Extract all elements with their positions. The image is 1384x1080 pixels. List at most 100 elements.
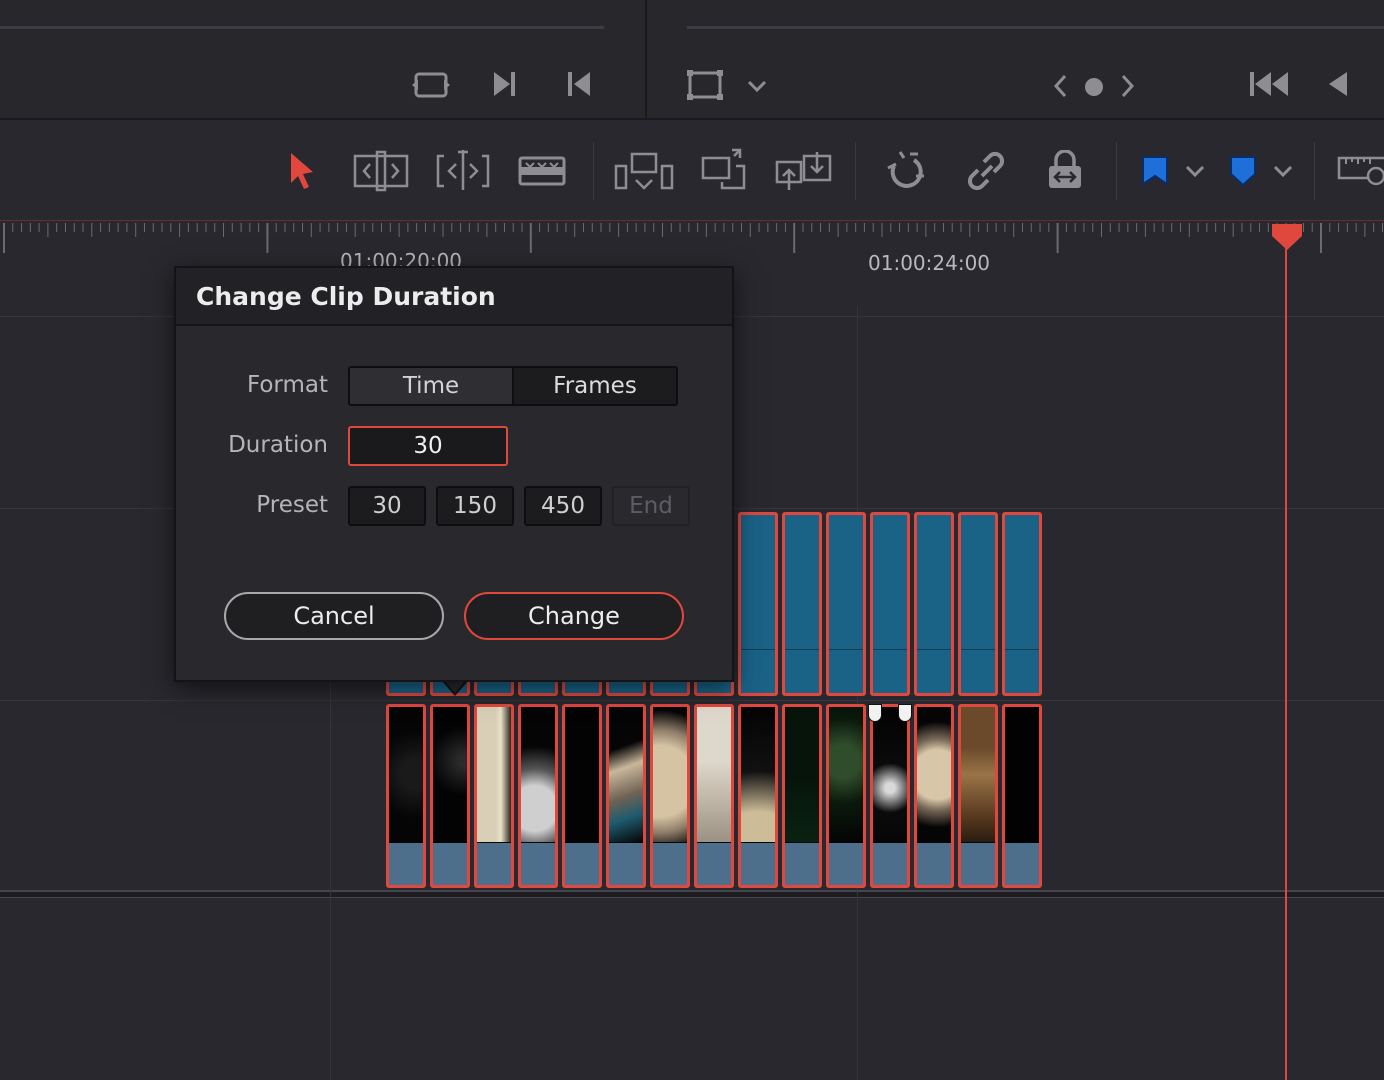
clip-audio-strip: [917, 843, 951, 885]
timeline-clip[interactable]: [694, 704, 734, 888]
preset-end-button[interactable]: End: [612, 486, 690, 526]
format-frames-option[interactable]: Frames: [512, 366, 678, 406]
format-label: Format: [246, 372, 328, 398]
flag-icon[interactable]: [1140, 154, 1170, 188]
video-clip[interactable]: [1002, 512, 1042, 696]
clip-thumbnail: [1005, 707, 1039, 842]
preset-450-button[interactable]: 450: [524, 486, 602, 526]
timeline-clip[interactable]: [914, 704, 954, 888]
trim-edit-icon[interactable]: [352, 150, 410, 192]
clip-thumbnail: [741, 707, 775, 842]
duration-input[interactable]: [348, 426, 508, 466]
toolbar-separator: [855, 142, 856, 200]
marker-icon[interactable]: [1228, 154, 1258, 188]
change-clip-duration-dialog: Change Clip Duration Format Time Frames …: [174, 266, 734, 682]
timeline-clip[interactable]: [606, 704, 646, 888]
clip-thumbnail: [961, 707, 995, 842]
snapping-icon[interactable]: [886, 150, 930, 192]
source-scrub-bar[interactable]: [0, 26, 604, 29]
clip-audio-strip: [1005, 843, 1039, 885]
cancel-button[interactable]: Cancel: [224, 592, 444, 640]
chevron-right-icon[interactable]: [1115, 72, 1139, 100]
video-clip[interactable]: [914, 512, 954, 696]
video-clip[interactable]: [870, 512, 910, 696]
previous-edit-icon[interactable]: [564, 68, 594, 100]
chevron-down-icon[interactable]: [745, 76, 769, 96]
zoom-ruler-icon[interactable]: [1336, 152, 1384, 188]
ruler-ticks: [3, 223, 1383, 253]
clip-thumbnail: [785, 707, 819, 842]
viewer-frame-icon[interactable]: [685, 68, 725, 102]
next-edit-icon[interactable]: [490, 68, 520, 100]
change-button[interactable]: Change: [464, 592, 684, 640]
clip-thumbnail: [873, 707, 907, 842]
linked-selection-icon[interactable]: [966, 150, 1006, 192]
play-reverse-icon[interactable]: [1323, 68, 1351, 100]
clip-audio-strip: [785, 843, 819, 885]
video-audio-divider[interactable]: [0, 890, 1384, 898]
clip-audio-strip: [873, 843, 907, 885]
trim-handle[interactable]: [898, 704, 912, 722]
chevron-down-icon[interactable]: [1182, 160, 1208, 182]
timeline-clip[interactable]: [518, 704, 558, 888]
video-clip[interactable]: [782, 512, 822, 696]
video-clip[interactable]: [958, 512, 998, 696]
format-time-option[interactable]: Time: [348, 366, 514, 406]
clip-audio-strip: [521, 843, 555, 885]
playhead-line[interactable]: [1285, 230, 1287, 1080]
timeline-clip[interactable]: [826, 704, 866, 888]
selection-arrow-icon[interactable]: [286, 150, 318, 192]
clip-thumbnail: [521, 707, 555, 842]
video-clip[interactable]: [826, 512, 866, 696]
clip-audio-strip: [653, 843, 687, 885]
blade-icon[interactable]: [516, 154, 568, 188]
timeline-clip[interactable]: [782, 704, 822, 888]
skip-to-start-icon[interactable]: [1247, 68, 1291, 100]
insert-clip-icon[interactable]: [614, 150, 674, 194]
timeline-clip[interactable]: [474, 704, 514, 888]
video-clip-lower: [741, 649, 775, 693]
clip-audio-strip: [697, 843, 731, 885]
timeline-clip[interactable]: [958, 704, 998, 888]
preset-30-button[interactable]: 30: [348, 486, 426, 526]
clip-audio-strip: [829, 843, 863, 885]
video-clip[interactable]: [738, 512, 778, 696]
timeline-clip[interactable]: [386, 704, 426, 888]
video-clip-lower: [1005, 649, 1039, 693]
trim-handle[interactable]: [868, 704, 882, 722]
clip-thumbnail: [917, 707, 951, 842]
video-clip-lower: [829, 649, 863, 693]
clip-audio-strip: [477, 843, 511, 885]
playhead-handle-icon[interactable]: [1270, 222, 1304, 252]
clip-audio-strip: [961, 843, 995, 885]
clip-thumbnail: [565, 707, 599, 842]
video-clip-lower: [785, 649, 819, 693]
replace-clip-icon[interactable]: [774, 148, 834, 194]
timeline-clip[interactable]: [430, 704, 470, 888]
clip-thumbnail: [829, 707, 863, 842]
timeline-clip[interactable]: [870, 704, 910, 888]
video-clip-lower: [961, 649, 995, 693]
timeline-clip[interactable]: [738, 704, 778, 888]
chevron-down-icon[interactable]: [1270, 160, 1296, 182]
source-viewer-controls: [0, 0, 645, 120]
dialog-header: Change Clip Duration: [176, 268, 732, 326]
timeline-clip[interactable]: [650, 704, 690, 888]
dynamic-trim-icon[interactable]: [434, 148, 492, 192]
timeline-page: 01:00:20:00 01:00:24:00 Change Clip Dura…: [0, 0, 1384, 1080]
video-clip-lower: [917, 649, 951, 693]
duration-label: Duration: [228, 432, 328, 458]
clip-audio-strip: [609, 843, 643, 885]
clip-thumbnail: [609, 707, 643, 842]
timeline-clip[interactable]: [1002, 704, 1042, 888]
overwrite-clip-icon[interactable]: [700, 146, 748, 192]
loop-icon[interactable]: [410, 68, 452, 102]
chevron-left-icon[interactable]: [1049, 72, 1073, 100]
preset-150-button[interactable]: 150: [436, 486, 514, 526]
video-clip-lower: [873, 649, 907, 693]
ruler-timecode-label: 01:00:24:00: [868, 251, 991, 275]
position-lock-icon[interactable]: [1044, 150, 1086, 192]
timeline-clip[interactable]: [562, 704, 602, 888]
record-dot-icon[interactable]: [1083, 76, 1105, 98]
timeline-scrub-bar[interactable]: [687, 26, 1384, 29]
